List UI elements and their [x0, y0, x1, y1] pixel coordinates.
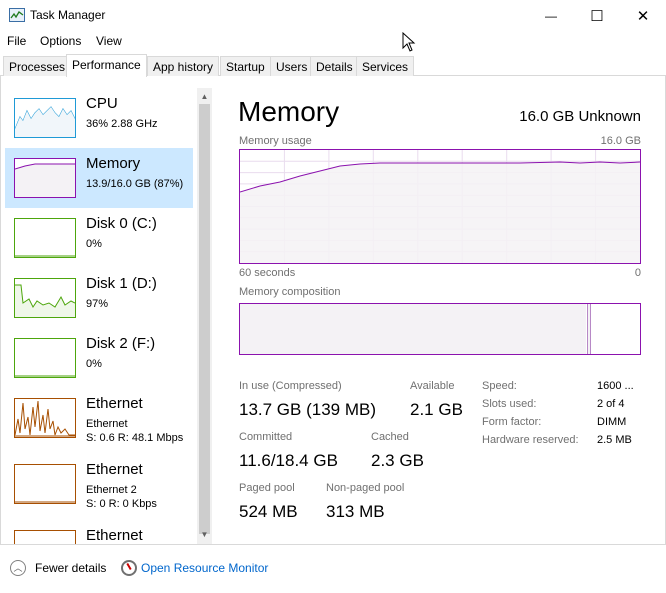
sidebar-item-cpu[interactable]: CPU 36% 2.88 GHz — [5, 88, 193, 148]
speed-value: 1600 ... — [597, 380, 634, 392]
sidebar-item-title: Ethernet — [86, 395, 143, 412]
sidebar-item-title: Ethernet — [86, 461, 143, 478]
title-bar: Task Manager — ☐ ✕ — [0, 0, 666, 31]
sidebar-item-ethernet-1[interactable]: Ethernet Ethernet S: 0.6 R: 48.1 Mbps — [5, 388, 193, 448]
tab-users[interactable]: Users — [270, 56, 314, 76]
sidebar-item-subtitle: 97% — [86, 298, 109, 310]
minimize-icon: — — [545, 8, 557, 23]
maximize-icon: ☐ — [590, 7, 604, 25]
menu-bar: File Options View — [0, 31, 666, 51]
ethernet-1-thumbnail — [14, 398, 76, 438]
form-factor-value: DIMM — [597, 416, 627, 428]
ethernet-2-thumbnail — [14, 464, 76, 504]
open-resource-monitor-link[interactable]: Open Resource Monitor — [141, 561, 268, 575]
sidebar-item-disk-0[interactable]: Disk 0 (C:) 0% — [5, 208, 193, 268]
cached-value: 2.3 GB — [371, 451, 424, 470]
menu-options[interactable]: Options — [40, 34, 81, 48]
memory-composition-bar — [239, 303, 641, 355]
hardware-reserved-label: Hardware reserved: — [482, 434, 579, 446]
available-label: Available — [410, 380, 455, 392]
resource-monitor-icon[interactable] — [121, 560, 137, 576]
committed-value: 11.6/18.4 GB — [239, 451, 338, 470]
slots-used-label: Slots used: — [482, 398, 537, 410]
tab-services[interactable]: Services — [356, 56, 415, 76]
page-title: Memory — [238, 96, 340, 127]
chevron-up-icon[interactable]: ︿ — [10, 560, 26, 576]
scroll-up-icon[interactable]: ▲ — [197, 90, 212, 104]
tab-startup[interactable]: Startup — [220, 56, 271, 76]
disk-0-thumbnail — [14, 218, 76, 258]
sidebar-item-memory[interactable]: Memory 13.9/16.0 GB (87%) — [5, 148, 193, 208]
mouse-cursor-icon — [402, 32, 416, 52]
disk-2-thumbnail — [14, 338, 76, 378]
usage-graph-max: 16.0 GB — [600, 135, 641, 147]
menu-file[interactable]: File — [7, 34, 26, 48]
sidebar-item-title: Ethernet — [86, 527, 143, 544]
maximize-button[interactable]: ☐ — [574, 0, 620, 31]
task-manager-icon — [9, 8, 25, 22]
slots-used-value: 2 of 4 — [597, 398, 625, 410]
graph-time-right: 0 — [634, 267, 641, 279]
memory-spec: 16.0 GB Unknown — [519, 108, 641, 125]
cpu-thumbnail — [14, 98, 76, 138]
footer: ︿ Fewer details Open Resource Monitor — [0, 546, 666, 593]
sidebar-item-title: Disk 2 (F:) — [86, 335, 156, 352]
close-button[interactable]: ✕ — [620, 0, 666, 31]
scrollbar-thumb[interactable] — [199, 104, 210, 534]
sidebar-item-throughput: S: 0 R: 0 Kbps — [86, 498, 157, 510]
sidebar-item-disk-1[interactable]: Disk 1 (D:) 97% — [5, 268, 193, 328]
sidebar-item-title: Disk 1 (D:) — [86, 275, 157, 292]
nonpaged-pool-label: Non-paged pool — [326, 482, 405, 494]
paged-pool-value: 524 MB — [239, 502, 298, 521]
form-factor-label: Form factor: — [482, 416, 542, 428]
usage-graph-label: Memory usage — [239, 135, 312, 147]
tab-processes[interactable]: Processes — [3, 56, 72, 76]
sidebar-item-ethernet-2[interactable]: Ethernet Ethernet 2 S: 0 R: 0 Kbps — [5, 454, 193, 514]
composition-label: Memory composition — [239, 286, 341, 298]
sidebar-item-subtitle: 0% — [86, 358, 102, 370]
sidebar-item-subtitle: 36% 2.88 GHz — [86, 118, 158, 130]
ethernet-3-thumbnail — [14, 530, 76, 544]
composition-modified — [587, 304, 591, 354]
tab-strip: Processes Performance App history Startu… — [0, 54, 666, 77]
memory-thumbnail — [14, 158, 76, 198]
speed-label: Speed: — [482, 380, 517, 392]
sidebar-item-title: Disk 0 (C:) — [86, 215, 157, 232]
sidebar-item-subtitle: 0% — [86, 238, 102, 250]
graph-time-left: 60 seconds — [239, 267, 296, 279]
sidebar-item-subtitle: 13.9/16.0 GB (87%) — [86, 178, 184, 190]
sidebar-item-title: Memory — [86, 155, 141, 172]
menu-view[interactable]: View — [96, 34, 122, 48]
nonpaged-pool-value: 313 MB — [326, 502, 385, 521]
composition-in-use — [240, 304, 586, 354]
in-use-value: 13.7 GB (139 MB) — [239, 400, 377, 419]
paged-pool-label: Paged pool — [239, 482, 295, 494]
in-use-label: In use (Compressed) — [239, 380, 342, 392]
sidebar-item-throughput: S: 0.6 R: 48.1 Mbps — [86, 432, 184, 444]
close-icon: ✕ — [636, 7, 650, 25]
tab-performance[interactable]: Performance — [66, 54, 147, 77]
tab-details[interactable]: Details — [310, 56, 359, 76]
sidebar-item-disk-2[interactable]: Disk 2 (F:) 0% — [5, 328, 193, 388]
tab-app-history[interactable]: App history — [147, 56, 220, 76]
sidebar-item-title: CPU — [86, 95, 118, 112]
sidebar-scrollbar[interactable]: ▲ ▼ — [197, 88, 212, 544]
fewer-details-link[interactable]: Fewer details — [35, 561, 106, 575]
scroll-down-icon[interactable]: ▼ — [197, 528, 212, 542]
cached-label: Cached — [371, 431, 409, 443]
window-title: Task Manager — [30, 8, 106, 22]
resource-sidebar: CPU 36% 2.88 GHz Memory 13.9/16.0 GB (87… — [5, 88, 193, 544]
available-value: 2.1 GB — [410, 400, 463, 419]
memory-usage-graph — [239, 149, 641, 264]
minimize-button[interactable]: — — [528, 0, 574, 31]
disk-1-thumbnail — [14, 278, 76, 318]
committed-label: Committed — [239, 431, 293, 443]
hardware-reserved-value: 2.5 MB — [597, 434, 632, 446]
sidebar-item-ethernet-3[interactable]: Ethernet — [5, 520, 193, 544]
